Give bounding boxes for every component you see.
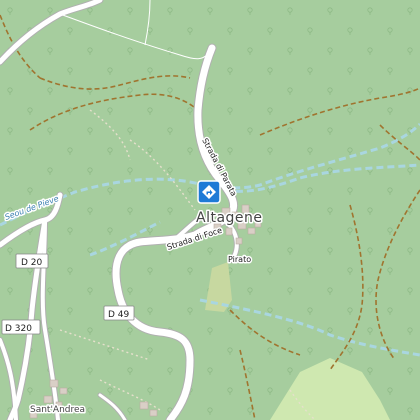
road-ref-d20: D 20 xyxy=(15,253,49,269)
direction-sign-icon[interactable] xyxy=(197,180,221,204)
map-canvas: Strada di Parata Strada di Foce Pirato S… xyxy=(0,0,420,420)
place-label-santandrea: Sant'Andrea xyxy=(30,405,85,415)
map-view[interactable]: Strada di Parata Strada di Foce Pirato S… xyxy=(0,0,420,420)
street-label-pirato: Pirato xyxy=(228,255,251,264)
road-ref-d20-text: D 20 xyxy=(21,258,43,268)
road-ref-d49: D 49 xyxy=(103,305,135,321)
place-label-altagene: Altagene xyxy=(196,210,263,226)
road-ref-d320-text: D 320 xyxy=(5,324,32,334)
road-ref-d49-text: D 49 xyxy=(108,310,130,320)
road-ref-d320: D 320 xyxy=(1,319,41,335)
